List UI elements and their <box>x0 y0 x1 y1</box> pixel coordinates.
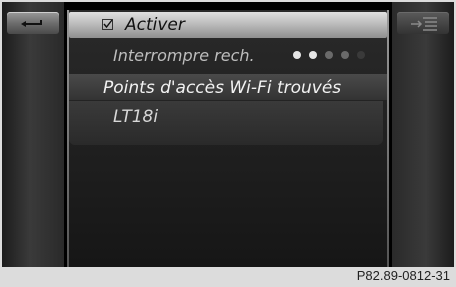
checkbox-icon[interactable] <box>102 19 113 30</box>
back-button[interactable] <box>7 12 59 34</box>
screenshot-frame: Activer Interrompre rech. Points d'accès… <box>0 0 456 287</box>
list-menu-icon <box>411 17 437 31</box>
stop-search-label: Interrompre rech. <box>113 46 255 65</box>
figure-code: P82.89-0812-31 <box>356 268 450 283</box>
progress-dot <box>293 51 301 59</box>
network-item-lt18i[interactable]: LT18i <box>73 103 383 129</box>
found-access-points-header: Points d'accès Wi-Fi trouvés <box>69 74 387 100</box>
progress-dot <box>357 51 365 59</box>
wifi-menu-list: Activer Interrompre rech. Points d'accès… <box>67 10 389 267</box>
found-access-points-label: Points d'accès Wi-Fi trouvés <box>103 78 342 98</box>
stop-search-row[interactable]: Interrompre rech. <box>73 42 383 68</box>
head-unit-display: Activer Interrompre rech. Points d'accès… <box>2 2 454 267</box>
left-side-panel <box>2 2 64 267</box>
network-name: LT18i <box>113 107 159 127</box>
right-side-panel <box>392 2 454 267</box>
menu-button[interactable] <box>397 12 449 34</box>
search-progress-indicator <box>293 51 383 61</box>
progress-dot <box>309 51 317 59</box>
progress-dot <box>325 51 333 59</box>
activate-wifi-row[interactable]: Activer <box>69 12 387 38</box>
progress-dot <box>341 51 349 59</box>
back-arrow-icon <box>21 20 42 27</box>
activate-label: Activer <box>125 15 185 35</box>
